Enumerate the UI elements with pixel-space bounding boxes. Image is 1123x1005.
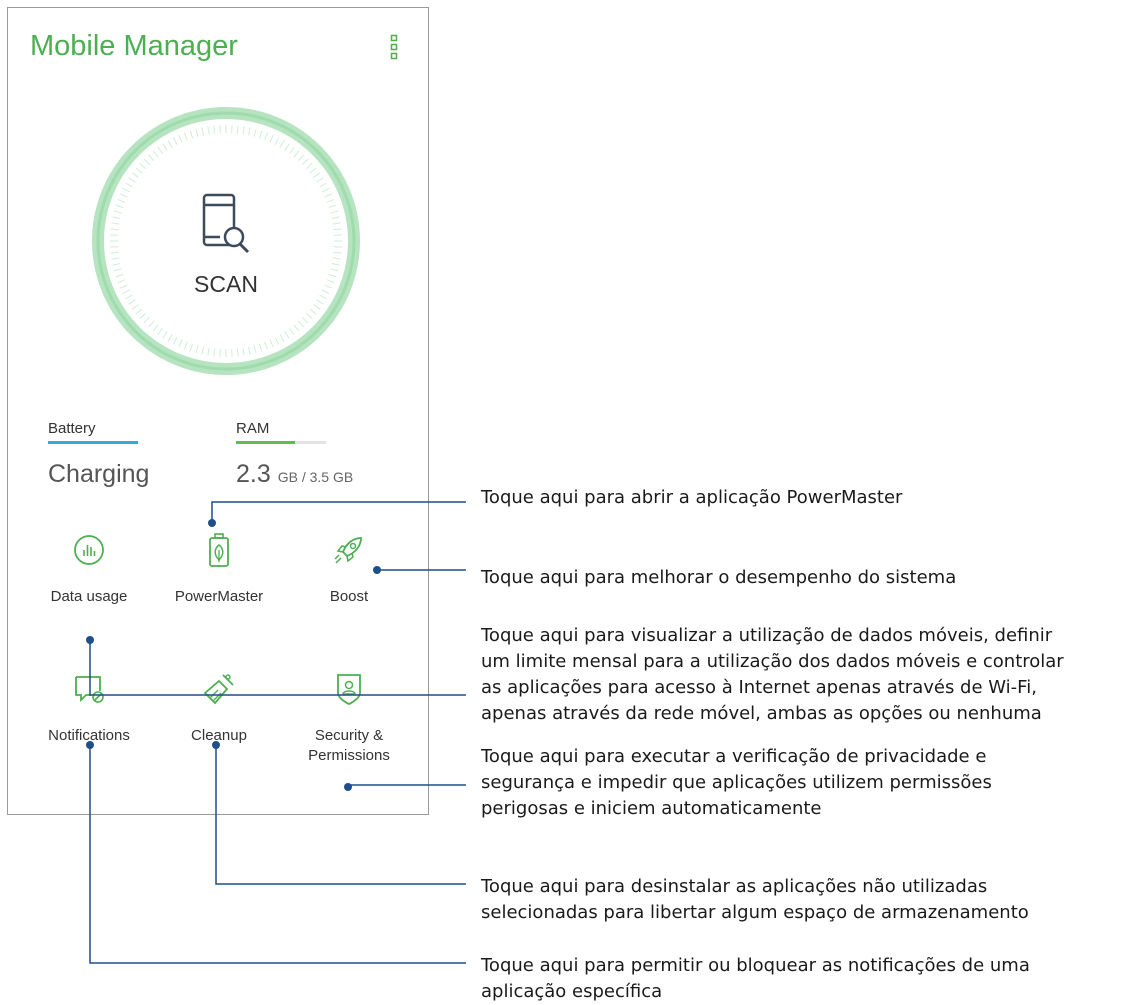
- leader-data-usage: [90, 640, 466, 695]
- callout-line: segurança e impedir que aplicações utili…: [481, 770, 1121, 796]
- callout-security: Toque aqui para executar a verificação d…: [481, 744, 1121, 822]
- leader-dot-data-usage: [86, 636, 94, 644]
- callout-line: as aplicações para acesso à Internet ape…: [481, 675, 1121, 701]
- leader-cleanup: [216, 745, 466, 884]
- callout-notifications: Toque aqui para permitir ou bloquear as …: [481, 953, 1121, 1005]
- callout-powermaster: Toque aqui para abrir a aplicação PowerM…: [481, 485, 1121, 511]
- callout-data-usage: Toque aqui para visualizar a utilização …: [481, 623, 1121, 727]
- leader-dot-boost: [373, 566, 381, 574]
- callout-line: apenas através da rede móvel, ambas as o…: [481, 701, 1121, 727]
- leader-notifications: [90, 745, 466, 963]
- leader-dot-security: [344, 783, 352, 791]
- leader-dot-powermaster: [208, 519, 216, 527]
- callout-line: Toque aqui para melhorar o desempenho do…: [481, 565, 1121, 591]
- leader-security: [348, 785, 466, 787]
- callout-line: perigosas e iniciem automaticamente: [481, 796, 1121, 822]
- callout-line: aplicação específica: [481, 979, 1121, 1005]
- leader-dot-cleanup: [212, 741, 220, 749]
- callout-line: selecionadas para libertar algum espaço …: [481, 900, 1121, 926]
- callout-boost: Toque aqui para melhorar o desempenho do…: [481, 565, 1121, 591]
- callout-line: um limite mensal para a utilização dos d…: [481, 649, 1121, 675]
- leader-dot-notifications: [86, 741, 94, 749]
- callout-line: Toque aqui para permitir ou bloquear as …: [481, 953, 1121, 979]
- leader-powermaster: [212, 502, 466, 523]
- callout-line: Toque aqui para desinstalar as aplicaçõe…: [481, 874, 1121, 900]
- callout-line: Toque aqui para abrir a aplicação PowerM…: [481, 485, 1121, 511]
- callout-cleanup: Toque aqui para desinstalar as aplicaçõe…: [481, 874, 1121, 926]
- callout-line: Toque aqui para visualizar a utilização …: [481, 623, 1121, 649]
- callout-line: Toque aqui para executar a verificação d…: [481, 744, 1121, 770]
